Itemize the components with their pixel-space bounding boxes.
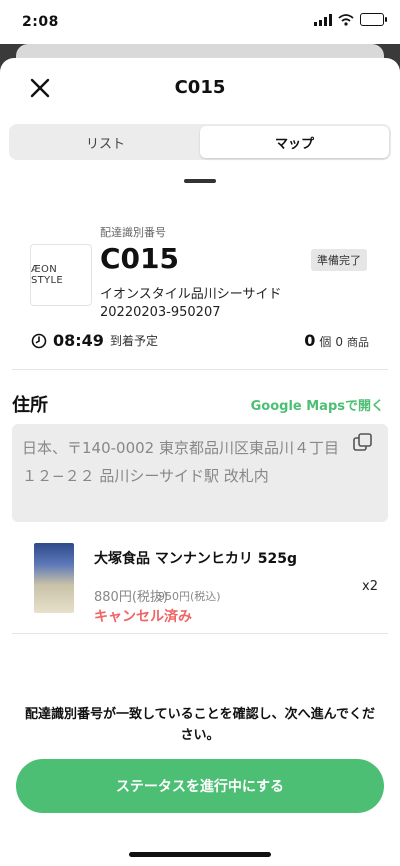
battery-icon (360, 13, 387, 26)
tab-map[interactable]: マップ (200, 126, 389, 158)
wifi-icon (338, 13, 354, 26)
item-count: 0 個 0 商品 (304, 331, 369, 350)
confirm-message: 配達識別番号が一致していることを確認し、次へ進んでください。 (25, 707, 375, 743)
price-incl-tax: 950円(税込) (158, 590, 221, 603)
set-in-progress-button[interactable]: ステータスを進行中にする (16, 759, 384, 813)
eta-time: 08:49 (53, 331, 104, 350)
order-number: 20220203-950207 (100, 305, 221, 320)
status-time: 2:08 (22, 14, 59, 30)
order-sheet: C015 リスト マップ ÆON STYLE 配達識別番号 C015 準備完了 … (0, 58, 400, 866)
store-name: イオンスタイル品川シーサイド (100, 287, 282, 302)
divider (12, 633, 388, 634)
count-products-unit: 商品 (347, 336, 369, 349)
price-excl-tax: 880円(税抜) (94, 590, 168, 605)
address-text: 日本、〒140-0002 東京都品川区東品川４丁目１２−２２ 品川シーサイド駅 … (22, 439, 339, 485)
cancel-status: キャンセル済み (94, 609, 192, 625)
store-logo: ÆON STYLE (30, 244, 92, 306)
page-title: C015 (174, 77, 226, 98)
clock-icon (31, 333, 47, 348)
home-indicator (129, 852, 271, 857)
delivery-code: C015 (100, 242, 179, 275)
eta: 08:49 到着予定 (31, 331, 158, 350)
product-name: 大塚食品 マンナンヒカリ 525g (94, 551, 297, 567)
divider (12, 369, 388, 370)
tab-list[interactable]: リスト (11, 126, 200, 158)
address-box: 日本、〒140-0002 東京都品川区東品川４丁目１２−２２ 品川シーサイド駅 … (12, 424, 388, 522)
address-heading: 住所 (12, 395, 48, 416)
status-badge: 準備完了 (311, 249, 367, 271)
google-maps-link[interactable]: Google Mapsで開く (251, 395, 384, 414)
signal-icon (314, 13, 332, 26)
view-toggle: リスト マップ (9, 124, 391, 160)
count-unit: 個 (319, 335, 332, 349)
count-products-value: 0 (335, 335, 343, 349)
product-image (34, 543, 74, 613)
copy-icon[interactable] (352, 432, 374, 454)
eta-label: 到着予定 (109, 334, 158, 348)
status-icons (314, 13, 387, 26)
count-value: 0 (304, 331, 316, 350)
status-bar: 2:08 (0, 0, 400, 44)
drag-handle[interactable] (184, 179, 216, 183)
product-quantity: x2 (362, 579, 378, 594)
delivery-id-label: 配達識別番号 (100, 226, 166, 239)
